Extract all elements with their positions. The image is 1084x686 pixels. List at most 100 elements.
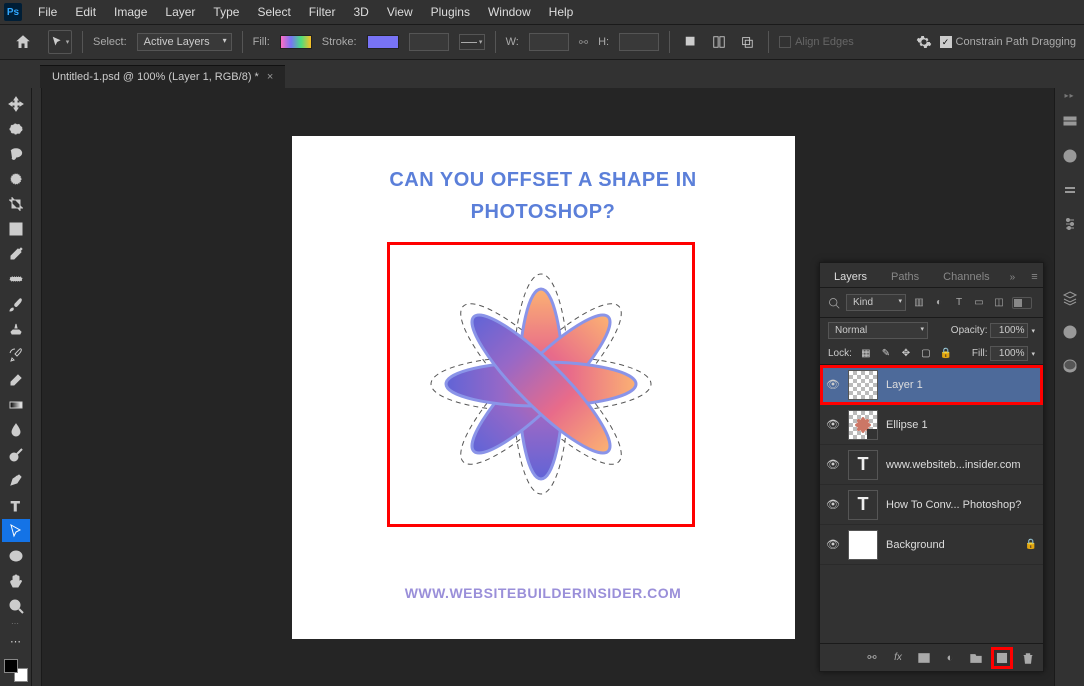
filter-smart-icon[interactable]: ◫ <box>992 296 1006 310</box>
actions-panel-icon[interactable] <box>1058 144 1082 168</box>
layer-name[interactable]: How To Conv... Photoshop? <box>886 499 1037 511</box>
layer-row[interactable]: 👁 Background 🔒 <box>820 525 1043 565</box>
marquee-tool[interactable] <box>2 117 30 140</box>
new-adjustment-icon[interactable]: ◐ <box>941 649 959 667</box>
stroke-style-dropdown[interactable]: ▾ <box>459 34 485 50</box>
menu-layer[interactable]: Layer <box>157 2 203 22</box>
edit-toolbar-button[interactable]: ⋯ <box>2 630 30 653</box>
menu-3d[interactable]: 3D <box>345 2 376 22</box>
menu-view[interactable]: View <box>379 2 421 22</box>
layer-fx-icon[interactable]: fx <box>889 649 907 667</box>
menu-edit[interactable]: Edit <box>67 2 104 22</box>
width-field[interactable] <box>529 33 569 51</box>
visibility-toggle-icon[interactable]: 👁 <box>826 378 840 391</box>
path-alignment-button[interactable] <box>708 31 730 53</box>
search-icon[interactable] <box>828 297 840 309</box>
fill-swatch[interactable] <box>280 35 312 49</box>
stroke-width-field[interactable] <box>409 33 449 51</box>
layer-name[interactable]: Layer 1 <box>886 379 1037 391</box>
history-panel-icon[interactable] <box>1058 110 1082 134</box>
gradient-tool[interactable] <box>2 394 30 417</box>
tab-layers[interactable]: Layers <box>826 267 875 287</box>
tab-paths[interactable]: Paths <box>883 267 927 287</box>
layer-thumbnail[interactable]: T <box>848 490 878 520</box>
new-group-icon[interactable] <box>967 649 985 667</box>
opacity-field[interactable]: 100% <box>990 323 1028 338</box>
blur-tool[interactable] <box>2 419 30 442</box>
layer-name[interactable]: Background <box>886 539 1017 551</box>
tab-channels[interactable]: Channels <box>935 267 997 287</box>
path-selection-tool[interactable] <box>2 519 30 542</box>
menu-help[interactable]: Help <box>541 2 582 22</box>
visibility-toggle-icon[interactable]: 👁 <box>826 458 840 471</box>
eyedropper-tool[interactable] <box>2 243 30 266</box>
document-tab[interactable]: Untitled-1.psd @ 100% (Layer 1, RGB/8) *… <box>40 65 285 88</box>
crop-tool[interactable] <box>2 193 30 216</box>
layer-row[interactable]: 👁 T How To Conv... Photoshop? <box>820 485 1043 525</box>
adjustments-panel-icon[interactable] <box>1058 212 1082 236</box>
quick-select-tool[interactable] <box>2 167 30 190</box>
clone-stamp-tool[interactable] <box>2 318 30 341</box>
layer-thumbnail[interactable] <box>848 410 878 440</box>
filter-shape-icon[interactable]: ▭ <box>972 296 986 310</box>
new-layer-icon[interactable] <box>993 649 1011 667</box>
filter-kind-dropdown[interactable]: Kind <box>846 294 906 311</box>
layer-row[interactable]: 👁 T www.websiteb...insider.com <box>820 445 1043 485</box>
eraser-tool[interactable] <box>2 368 30 391</box>
delete-layer-icon[interactable] <box>1019 649 1037 667</box>
right-panel-grip[interactable]: ▸▸ <box>1064 92 1074 100</box>
home-button[interactable] <box>8 30 38 54</box>
path-operations-button[interactable] <box>680 31 702 53</box>
select-mode-dropdown[interactable]: Active Layers <box>137 33 232 51</box>
lock-transparency-icon[interactable]: ▦ <box>860 348 872 360</box>
menu-select[interactable]: Select <box>249 2 298 22</box>
layer-thumbnail[interactable] <box>848 530 878 560</box>
history-brush-tool[interactable] <box>2 343 30 366</box>
hand-tool[interactable] <box>2 569 30 592</box>
zoom-tool[interactable] <box>2 595 30 618</box>
layer-row[interactable]: 👁 Ellipse 1 <box>820 405 1043 445</box>
layer-thumbnail[interactable]: T <box>848 450 878 480</box>
fill-opacity-field[interactable]: 100% <box>990 346 1028 361</box>
menu-filter[interactable]: Filter <box>301 2 344 22</box>
brush-tool[interactable] <box>2 293 30 316</box>
visibility-toggle-icon[interactable]: 👁 <box>826 418 840 431</box>
blend-mode-dropdown[interactable]: Normal <box>828 322 928 339</box>
filter-type-icon[interactable]: T <box>952 296 966 310</box>
menu-window[interactable]: Window <box>480 2 539 22</box>
layer-row[interactable]: 👁 Layer 1 <box>820 365 1043 405</box>
shape-tool[interactable] <box>2 544 30 567</box>
filter-pixel-icon[interactable]: ▥ <box>912 296 926 310</box>
lock-pixels-icon[interactable]: ✎ <box>880 348 892 360</box>
visibility-toggle-icon[interactable]: 👁 <box>826 498 840 511</box>
menu-image[interactable]: Image <box>106 2 155 22</box>
move-tool[interactable] <box>2 92 30 115</box>
panel-menu-icon[interactable]: ≡ <box>1027 271 1041 283</box>
add-mask-icon[interactable] <box>915 649 933 667</box>
current-tool-icon[interactable]: ▾ <box>48 30 72 54</box>
type-tool[interactable]: T <box>2 494 30 517</box>
filter-toggle[interactable] <box>1012 297 1032 309</box>
stroke-swatch[interactable] <box>367 35 399 49</box>
brushes-panel-icon[interactable] <box>1058 178 1082 202</box>
color-swatches[interactable] <box>4 659 28 682</box>
layers-panel-icon[interactable] <box>1058 286 1082 310</box>
gear-icon[interactable] <box>916 34 932 50</box>
filter-adjust-icon[interactable]: ◐ <box>932 296 946 310</box>
link-layers-icon[interactable]: ⚯ <box>863 649 881 667</box>
panel-collapse-icon[interactable]: » <box>1006 272 1020 283</box>
frame-tool[interactable] <box>2 218 30 241</box>
tab-close-icon[interactable]: × <box>267 71 273 83</box>
lock-position-icon[interactable]: ✥ <box>900 348 912 360</box>
link-wh-icon[interactable]: ⚯ <box>579 36 588 49</box>
height-field[interactable] <box>619 33 659 51</box>
dodge-tool[interactable] <box>2 444 30 467</box>
layer-name[interactable]: Ellipse 1 <box>886 419 1037 431</box>
lock-artboard-icon[interactable]: ▢ <box>920 348 932 360</box>
visibility-toggle-icon[interactable]: 👁 <box>826 538 840 551</box>
menu-file[interactable]: File <box>30 2 65 22</box>
healing-tool[interactable] <box>2 268 30 291</box>
layer-name[interactable]: www.websiteb...insider.com <box>886 459 1037 471</box>
lock-all-icon[interactable]: 🔒 <box>940 348 952 360</box>
layer-thumbnail[interactable] <box>848 370 878 400</box>
